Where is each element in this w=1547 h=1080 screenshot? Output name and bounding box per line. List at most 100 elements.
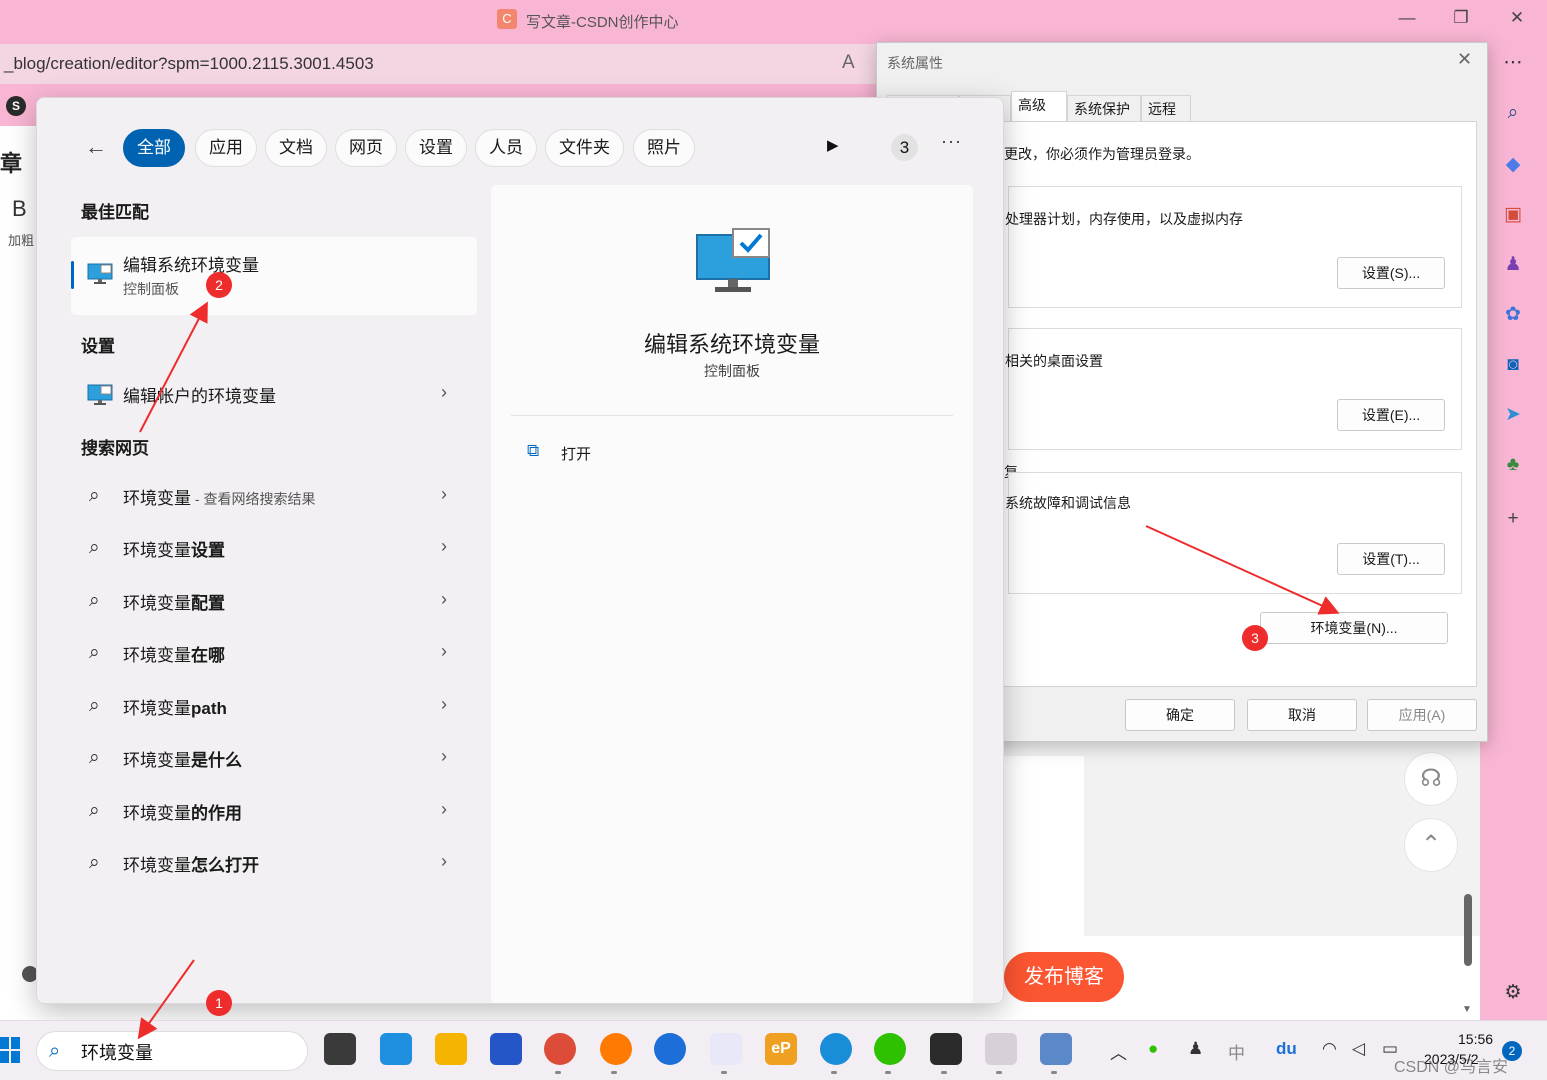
people-icon[interactable]: ♟ [1500, 252, 1526, 278]
publish-button[interactable]: 发布博客 [1004, 952, 1124, 1002]
windows-start-icon[interactable] [0, 1035, 22, 1065]
web-result-item[interactable]: ⌕ 环境变量怎么打开 › [71, 839, 477, 889]
edge-icon[interactable] [820, 1033, 852, 1065]
system-properties-taskbar-icon[interactable] [1040, 1033, 1072, 1065]
minimize-icon[interactable]: — [1392, 8, 1422, 28]
taskbar-search-box[interactable]: ⌕ [36, 1031, 308, 1071]
settings-result-item[interactable]: 编辑帐户的环境变量 › [71, 370, 477, 420]
eplan-icon[interactable]: eP [765, 1033, 797, 1065]
file-explorer-icon[interactable] [435, 1033, 467, 1065]
bold-icon[interactable]: B [12, 196, 27, 222]
editor-page[interactable] [1000, 756, 1084, 936]
web-result-item[interactable]: ⌕ 环境变量是什么 › [71, 734, 477, 784]
qq-icon[interactable]: ♟ [1188, 1039, 1203, 1059]
apply-button[interactable]: 应用(A) [1367, 699, 1477, 731]
chevron-right-icon[interactable]: › [441, 536, 447, 557]
filter-web[interactable]: 网页 [335, 129, 397, 167]
filter-photos[interactable]: 照片 [633, 129, 695, 167]
restore-icon[interactable]: ❐ [1446, 8, 1476, 28]
web-result-item[interactable]: ⌕ 环境变量配置 › [71, 577, 477, 627]
gear-icon[interactable]: ⚙ [1500, 980, 1526, 1006]
back-arrow-icon[interactable]: ← [85, 134, 107, 160]
baidu-netdisk-icon[interactable] [710, 1033, 742, 1065]
send-icon[interactable]: ➤ [1500, 402, 1526, 428]
filter-folders[interactable]: 文件夹 [545, 129, 624, 167]
ime-indicator[interactable]: 中 [1228, 1039, 1245, 1064]
read-aloud-icon[interactable]: A [842, 52, 855, 74]
search-input[interactable] [81, 1040, 281, 1064]
copilot-icon[interactable]: ✿ [1500, 302, 1526, 328]
show-hidden-icons-icon[interactable]: ︿ [1110, 1039, 1127, 1064]
more-options-icon[interactable]: ··· [941, 131, 962, 152]
headset-icon[interactable]: ☊ [1404, 752, 1458, 806]
store-icon[interactable] [490, 1033, 522, 1065]
ok-button[interactable]: 确定 [1125, 699, 1235, 731]
open-external-icon[interactable]: ⧉ [527, 441, 539, 461]
chevron-right-icon[interactable]: › [441, 484, 447, 505]
admin-notice: 更改，你必须作为管理员登录。 [1004, 146, 1200, 162]
web-result-item[interactable]: ⌕ 环境变量的作用 › [71, 787, 477, 837]
open-action[interactable]: 打开 [561, 443, 591, 464]
baidu-icon[interactable]: du [1276, 1039, 1297, 1059]
performance-desc: 处理器计划，内存使用，以及虚拟内存 [1005, 211, 1243, 227]
web-result-item[interactable]: ⌕ 环境变量 - 查看网络搜索结果 › [71, 472, 477, 522]
best-match-item[interactable]: 编辑系统环境变量 控制面板 [71, 237, 477, 315]
cancel-button[interactable]: 取消 [1247, 699, 1357, 731]
filter-settings[interactable]: 设置 [405, 129, 467, 167]
chrome-icon[interactable] [544, 1033, 576, 1065]
web-result-item[interactable]: ⌕ 环境变量path › [71, 682, 477, 732]
web-result-label: 环境变量path [123, 699, 227, 718]
url-text[interactable]: _blog/creation/editor?spm=1000.2115.3001… [4, 54, 374, 74]
terminal-icon[interactable] [930, 1033, 962, 1065]
tab-remote[interactable]: 远程 [1141, 95, 1191, 121]
tab-system-protection[interactable]: 系统保护 [1067, 95, 1141, 121]
search-icon: ⌕ [89, 642, 100, 663]
chevron-right-icon[interactable]: › [441, 746, 447, 767]
filter-all[interactable]: 全部 [123, 129, 185, 167]
filter-people[interactable]: 人员 [475, 129, 537, 167]
volume-icon[interactable]: ◁ [1352, 1039, 1365, 1059]
tree-icon[interactable]: ♣ [1500, 452, 1526, 478]
chevron-right-icon[interactable]: › [441, 641, 447, 662]
filter-documents[interactable]: 文档 [265, 129, 327, 167]
toolbox-icon[interactable]: ▣ [1500, 202, 1526, 228]
back-to-top-icon[interactable]: ⌃ [1404, 818, 1458, 872]
app-icon[interactable] [985, 1033, 1017, 1065]
add-icon[interactable]: + [1500, 506, 1526, 532]
firefox-icon[interactable] [600, 1033, 632, 1065]
s-extension-icon[interactable]: S [6, 96, 26, 116]
chevron-right-icon[interactable]: › [441, 589, 447, 610]
web-result-item[interactable]: ⌕ 环境变量设置 › [71, 524, 477, 574]
scrollbar[interactable] [1464, 894, 1472, 966]
search-icon[interactable]: ⌕ [1500, 100, 1526, 126]
feishu-icon[interactable] [654, 1033, 686, 1065]
chevron-right-icon[interactable]: › [441, 851, 447, 872]
web-result-item[interactable]: ⌕ 环境变量在哪 › [71, 629, 477, 679]
outlook-icon[interactable]: ◙ [1500, 352, 1526, 378]
wifi-icon[interactable]: ◠ [1322, 1039, 1337, 1059]
performance-settings-button[interactable]: 设置(S)... [1337, 257, 1445, 289]
close-icon[interactable]: ✕ [1502, 8, 1532, 28]
address-bar[interactable]: _blog/creation/editor?spm=1000.2115.3001… [0, 44, 880, 84]
task-view-icon[interactable] [324, 1033, 356, 1065]
tab-advanced[interactable]: 高级 [1011, 91, 1067, 121]
rewards-badge[interactable]: 3 [891, 134, 918, 161]
chevron-right-icon[interactable]: › [441, 382, 447, 403]
dialog-close-icon[interactable]: ✕ [1457, 49, 1472, 70]
profile-settings-button[interactable]: 设置(E)... [1337, 399, 1445, 431]
clock-time[interactable]: 15:56 [1458, 1031, 1493, 1047]
taskbar: ⌕ eP ︿ ● ♟ 中 du ◠ ◁ ▭ 15:56 2023/5/2 2 C… [0, 1020, 1547, 1080]
wechat-icon[interactable] [874, 1033, 906, 1065]
app-icon[interactable] [380, 1033, 412, 1065]
play-icon[interactable]: ▶ [827, 136, 839, 154]
chevron-right-icon[interactable]: › [441, 694, 447, 715]
startup-settings-button[interactable]: 设置(T)... [1337, 543, 1445, 575]
wechat-tray-icon[interactable]: ● [1148, 1039, 1158, 1059]
chevron-right-icon[interactable]: › [441, 799, 447, 820]
filter-apps[interactable]: 应用 [195, 129, 257, 167]
scroll-down-icon[interactable]: ▼ [1462, 1004, 1472, 1015]
tag-icon[interactable]: ◆ [1500, 152, 1526, 178]
running-indicator [611, 1071, 617, 1074]
environment-variables-button[interactable]: 环境变量(N)... [1260, 612, 1448, 644]
more-icon[interactable]: ⋯ [1500, 50, 1526, 76]
